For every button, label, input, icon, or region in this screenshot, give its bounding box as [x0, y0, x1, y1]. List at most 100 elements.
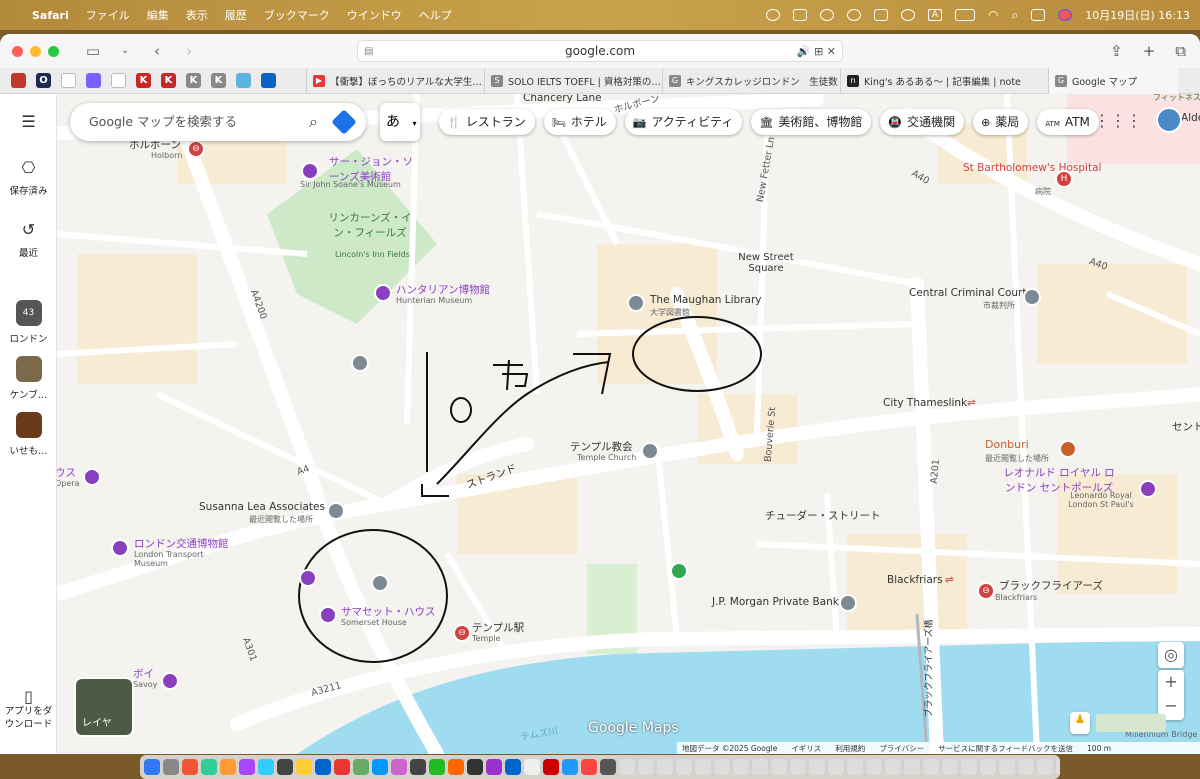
k-red-icon[interactable]: K [161, 73, 176, 88]
hotel-icon[interactable] [161, 672, 179, 690]
museum-icon[interactable] [299, 569, 317, 587]
control-center-icon[interactable] [1031, 9, 1046, 21]
dock-app-icon[interactable] [657, 759, 673, 775]
label-blackfriars[interactable]: Blackfriars [887, 574, 943, 586]
dock-app-icon[interactable] [467, 759, 483, 775]
park-icon[interactable] [670, 562, 688, 580]
page-menu-icon[interactable]: ▤ [364, 46, 373, 57]
chip-restaurant[interactable]: 🍴 レストラン [439, 109, 535, 135]
label-hunterian-en[interactable]: Hunterian Museum [396, 296, 472, 305]
menu-app-name[interactable]: Safari [32, 9, 69, 22]
dock-app-icon[interactable] [543, 759, 559, 775]
dock-app-icon[interactable] [372, 759, 388, 775]
tab-overview-icon[interactable]: ⧉ [1175, 42, 1186, 60]
copilot-icon[interactable] [86, 73, 101, 88]
chevron-down-icon[interactable]: ⌄ [113, 41, 137, 61]
tab-solo-ielts[interactable]: S SOLO IELTS TOEFL | 資格対策の… [484, 67, 662, 94]
label-st-pauls[interactable]: セント・ポール [1172, 419, 1200, 434]
label-blackfriars-jp[interactable]: ブラックフライアーズ [999, 578, 1103, 593]
rail-menu[interactable]: ☰ [0, 112, 57, 137]
antenna-icon[interactable] [792, 9, 807, 21]
layers-button[interactable]: レイヤ [74, 677, 134, 737]
label-temple-church-en[interactable]: Temple Church [577, 453, 636, 462]
label-hospital-jp[interactable]: 病院 [1035, 186, 1051, 197]
dock-app-icon[interactable] [885, 759, 901, 775]
label-central-court-jp[interactable]: 市裁判所 [983, 300, 1015, 311]
dock-app-icon[interactable] [714, 759, 730, 775]
feedback-link[interactable]: サービスに関するフィードバックを送信 [938, 743, 1073, 754]
label-temple-station-en[interactable]: Temple [472, 634, 500, 643]
dock-app-icon[interactable] [144, 759, 160, 775]
label-blackfriars-en[interactable]: Blackfriars [995, 593, 1037, 602]
display-icon[interactable] [873, 9, 888, 21]
label-new-street-square[interactable]: New Street Square [721, 252, 811, 274]
my-location-button[interactable]: ◎ [1158, 642, 1184, 668]
tab-kings-college[interactable]: G キングスカレッジロンドン 生徒数 -… [662, 67, 840, 94]
label-central-criminal-court[interactable]: Central Criminal Court [909, 287, 1026, 299]
music-icon[interactable] [83, 468, 101, 486]
restaurant-icon[interactable] [1059, 440, 1077, 458]
input-method-button[interactable]: あ ▾ [380, 103, 420, 141]
menu-view[interactable]: 表示 [186, 7, 208, 23]
church-icon[interactable] [641, 442, 659, 460]
dock-app-icon[interactable] [1018, 759, 1034, 775]
museum-icon[interactable] [319, 606, 337, 624]
dock-app-icon[interactable] [923, 759, 939, 775]
dock-app-icon[interactable] [391, 759, 407, 775]
directions-icon[interactable] [331, 109, 357, 135]
dock-app-icon[interactable] [201, 759, 217, 775]
google-apps-icon[interactable]: ⋮⋮⋮ [1094, 111, 1142, 130]
zoom-window-button[interactable] [48, 45, 59, 57]
zoom-in-button[interactable]: + [1164, 672, 1177, 691]
label-opera-en[interactable]: Opera [57, 479, 80, 488]
dock-app-icon[interactable] [847, 759, 863, 775]
k-red-icon[interactable]: K [136, 73, 151, 88]
school-icon[interactable] [371, 574, 389, 592]
dock-app-icon[interactable] [182, 759, 198, 775]
vpn-icon[interactable] [765, 9, 780, 21]
dock-app-icon[interactable] [904, 759, 920, 775]
rail-download-app[interactable]: ▯ アプリをダウンロード [0, 689, 57, 731]
label-tudor-street[interactable]: チューダー・ストリート [765, 508, 881, 523]
dock-app-icon[interactable] [448, 759, 464, 775]
rail-recent[interactable]: ↺ 最近 [0, 220, 57, 259]
dock-app-icon[interactable] [676, 759, 692, 775]
label-hunterian[interactable]: ハンタリアン博物館 [396, 282, 490, 297]
zoom-controls[interactable]: + − [1158, 670, 1184, 720]
label-lincolns-inn-fields[interactable]: リンカーンズ・イン・フィールズ [325, 210, 415, 240]
tab-note[interactable]: n King's あるある〜 | 記事編集 | note [840, 67, 1048, 94]
chip-pharmacy[interactable]: ⊕ 薬局 [973, 109, 1029, 135]
address-bar[interactable]: ▤ google.com 🔊 ⊞ ✕ [357, 40, 843, 62]
dock-app-icon[interactable] [410, 759, 426, 775]
menu-help[interactable]: ヘルプ [419, 7, 452, 23]
shield-icon[interactable] [11, 73, 26, 88]
label-leonardo-royal-en[interactable]: Leonardo Royal London St Paul's [1061, 491, 1141, 509]
menu-bookmarks[interactable]: ブックマーク [264, 7, 330, 23]
hospital-icon[interactable]: H [1055, 170, 1073, 188]
clock[interactable]: 10月19日(日) 16:13 [1085, 7, 1190, 23]
menu-history[interactable]: 履歴 [225, 7, 247, 23]
battery-icon[interactable] [955, 9, 975, 21]
dock-app-icon[interactable] [600, 759, 616, 775]
dock-app-icon[interactable] [771, 759, 787, 775]
dock-app-icon[interactable] [790, 759, 806, 775]
rail-london[interactable]: 43 ロンドン [0, 300, 57, 345]
dock-app-icon[interactable] [353, 759, 369, 775]
chat-icon[interactable] [900, 9, 915, 21]
privacy-link[interactable]: プライバシー [879, 743, 924, 754]
library-icon[interactable] [627, 294, 645, 312]
dock-app-icon[interactable] [980, 759, 996, 775]
label-maughan-library[interactable]: The Maughan Library [650, 294, 761, 306]
siri-icon[interactable] [1058, 9, 1073, 21]
dock-app-icon[interactable] [315, 759, 331, 775]
map-search-box[interactable]: Google マップを検索する ⌕ [70, 103, 366, 141]
bank-icon[interactable] [839, 594, 857, 612]
label-blackfriars-bridge[interactable]: ブラックフライアーズ橋 [922, 619, 935, 717]
dock-app-icon[interactable] [429, 759, 445, 775]
play-icon[interactable] [846, 9, 861, 21]
region-link[interactable]: イギリス [791, 743, 821, 754]
dock-app-icon[interactable] [505, 759, 521, 775]
scale-bar[interactable]: 100 m [1087, 744, 1111, 753]
label-donburi[interactable]: Donburi [985, 438, 1029, 451]
account-avatar[interactable] [1156, 107, 1182, 133]
